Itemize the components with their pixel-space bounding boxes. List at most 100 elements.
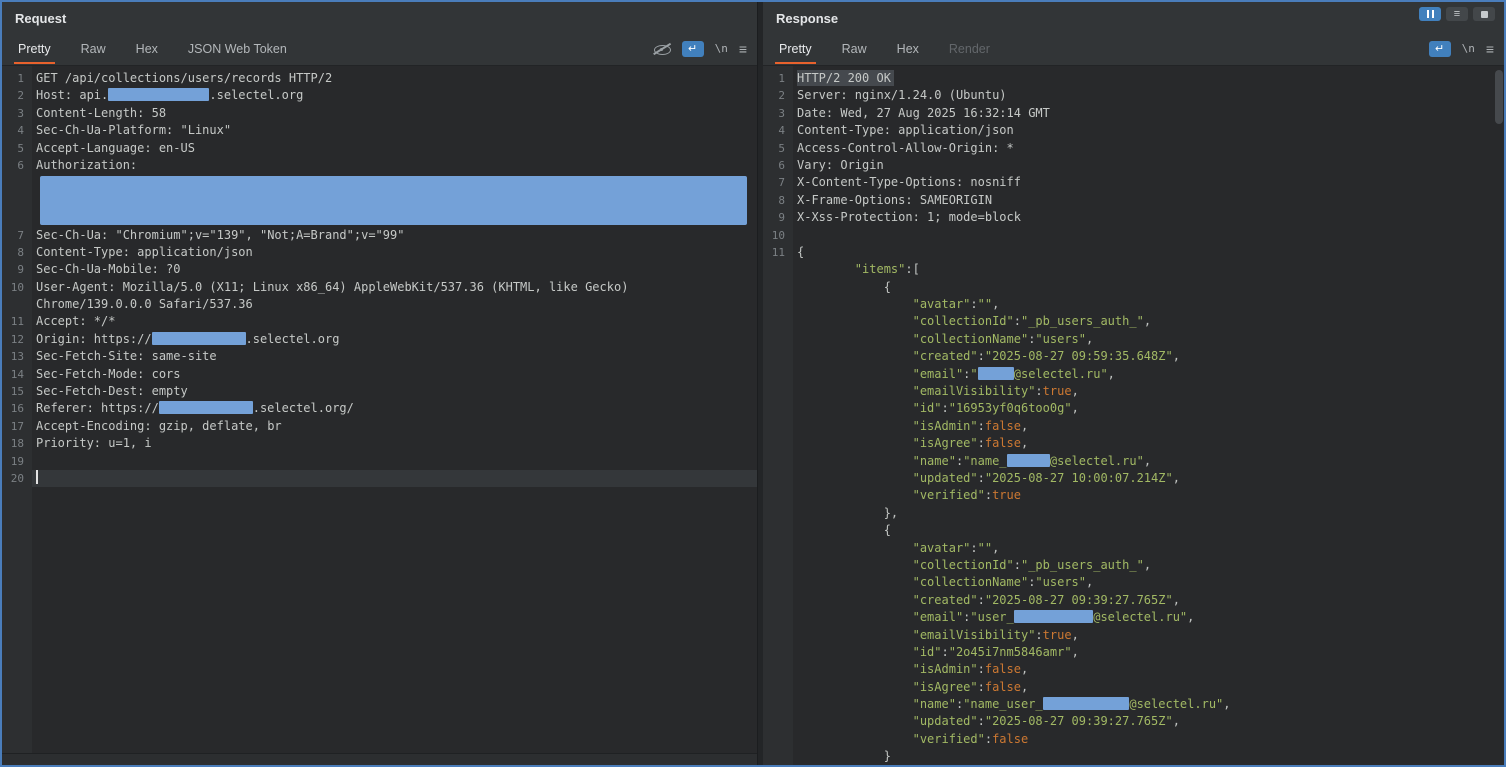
line-number: 8 — [2, 244, 32, 261]
request-code-line: 6Authorization: — [2, 157, 757, 174]
line-number — [763, 470, 793, 487]
response-code-line: } — [763, 748, 1504, 765]
response-code-line: "isAdmin":false, — [763, 418, 1504, 435]
response-code-line: "collectionId":"_pb_users_auth_", — [763, 313, 1504, 330]
pause-button[interactable] — [1419, 7, 1441, 21]
line-number — [763, 383, 793, 400]
tab-request-pretty[interactable]: Pretty — [16, 33, 53, 64]
redacted-value — [978, 367, 1014, 380]
response-code-line: 4Content-Type: application/json — [763, 122, 1504, 139]
line-number — [763, 679, 793, 696]
response-code-line: 8X-Frame-Options: SAMEORIGIN — [763, 192, 1504, 209]
line-number — [763, 557, 793, 574]
response-code-line: "items":[ — [763, 261, 1504, 278]
layout-single-button[interactable] — [1473, 7, 1495, 21]
editor-menu-icon[interactable]: ≡ — [1486, 41, 1494, 57]
response-code-line: "updated":"2025-08-27 10:00:07.214Z", — [763, 470, 1504, 487]
request-code-line: 4Sec-Ch-Ua-Platform: "Linux" — [2, 122, 757, 139]
redacted-value — [1043, 697, 1130, 710]
tab-response-pretty[interactable]: Pretty — [777, 33, 814, 64]
tab-response-hex[interactable]: Hex — [895, 33, 921, 64]
line-number — [763, 313, 793, 330]
line-number: 9 — [2, 261, 32, 278]
tab-request-hex[interactable]: Hex — [134, 33, 160, 64]
response-panel-title: Response — [763, 2, 1504, 32]
line-number: 2 — [763, 87, 793, 104]
line-number: 2 — [2, 87, 32, 104]
line-number: 5 — [2, 140, 32, 157]
line-number: 5 — [763, 140, 793, 157]
tab-request-raw[interactable]: Raw — [79, 33, 108, 64]
response-code-line: "email":"user_@selectel.ru", — [763, 609, 1504, 626]
request-code-line: 11Accept: */* — [2, 313, 757, 330]
line-number — [763, 627, 793, 644]
request-code-line: 5Accept-Language: en-US — [2, 140, 757, 157]
response-code-line: 1HTTP/2 200 OK — [763, 70, 1504, 87]
tab-response-render[interactable]: Render — [947, 33, 992, 64]
request-panel: Request Pretty Raw Hex JSON Web Token ↵ … — [2, 2, 758, 765]
response-tabbar: Pretty Raw Hex Render ↵ \n ≡ — [763, 32, 1504, 66]
response-code-line: "verified":true — [763, 487, 1504, 504]
layout-rows-button[interactable]: ≡ — [1446, 7, 1468, 21]
response-code-line: "name":"name_@selectel.ru", — [763, 453, 1504, 470]
line-number: 1 — [763, 70, 793, 87]
response-code-line: "collectionId":"_pb_users_auth_", — [763, 557, 1504, 574]
response-code-line: 10 — [763, 227, 1504, 244]
response-code-line: "avatar":"", — [763, 540, 1504, 557]
redacted-value — [159, 401, 253, 414]
tab-request-json-web-token[interactable]: JSON Web Token — [186, 33, 289, 64]
line-number: 18 — [2, 435, 32, 452]
layout-single-icon — [1481, 11, 1488, 18]
line-number: 7 — [2, 227, 32, 244]
request-horizontal-scrollbar[interactable] — [2, 753, 757, 765]
redacted-value — [1014, 610, 1093, 623]
show-newlines-icon[interactable]: \n — [715, 42, 728, 55]
request-code-line — [2, 174, 757, 226]
hide-matches-icon[interactable] — [653, 42, 671, 56]
line-number — [763, 453, 793, 470]
response-code-line: 11{ — [763, 244, 1504, 261]
request-code-line: 18Priority: u=1, i — [2, 435, 757, 452]
redacted-value — [1007, 454, 1050, 467]
line-number: 8 — [763, 192, 793, 209]
request-editor[interactable]: 1GET /api/collections/users/records HTTP… — [2, 66, 757, 753]
request-code-line: 14Sec-Fetch-Mode: cors — [2, 366, 757, 383]
line-number: 13 — [2, 348, 32, 365]
line-number — [763, 540, 793, 557]
line-number — [763, 644, 793, 661]
request-code-line: 16Referer: https://.selectel.org/ — [2, 400, 757, 417]
request-code-line: 12Origin: https://.selectel.org — [2, 331, 757, 348]
redacted-authorization-token — [40, 176, 747, 224]
response-code-line: "collectionName":"users", — [763, 574, 1504, 591]
line-number: 19 — [2, 453, 32, 470]
line-number: 4 — [763, 122, 793, 139]
request-code-line: 1GET /api/collections/users/records HTTP… — [2, 70, 757, 87]
request-editor-toolbar: ↵ \n ≡ — [653, 41, 747, 57]
editor-menu-icon[interactable]: ≡ — [739, 41, 747, 57]
line-number: 20 — [2, 470, 32, 487]
response-code-line: 7X-Content-Type-Options: nosniff — [763, 174, 1504, 191]
response-code-line: "id":"2o45i7nm5846amr", — [763, 644, 1504, 661]
line-number — [763, 592, 793, 609]
response-code-line: { — [763, 522, 1504, 539]
line-number: 3 — [2, 105, 32, 122]
redacted-value — [152, 332, 246, 345]
wrap-lines-icon[interactable]: ↵ — [682, 41, 704, 57]
request-code-line: 2Host: api..selectel.org — [2, 87, 757, 104]
line-number — [763, 731, 793, 748]
response-code-line: "isAgree":false, — [763, 679, 1504, 696]
request-code-line: 15Sec-Fetch-Dest: empty — [2, 383, 757, 400]
response-editor[interactable]: 1HTTP/2 200 OK2Server: nginx/1.24.0 (Ubu… — [763, 66, 1504, 765]
line-number — [763, 522, 793, 539]
line-number: 4 — [2, 122, 32, 139]
tab-response-raw[interactable]: Raw — [840, 33, 869, 64]
request-panel-title: Request — [2, 2, 757, 32]
response-vertical-scrollbar-thumb[interactable] — [1495, 70, 1503, 124]
line-number — [763, 296, 793, 313]
response-code-line: "id":"16953yf0q6too0g", — [763, 400, 1504, 417]
response-code-line: 6Vary: Origin — [763, 157, 1504, 174]
response-code-line: "email":"@selectel.ru", — [763, 366, 1504, 383]
wrap-lines-icon[interactable]: ↵ — [1429, 41, 1451, 57]
line-number — [763, 348, 793, 365]
show-newlines-icon[interactable]: \n — [1462, 42, 1475, 55]
